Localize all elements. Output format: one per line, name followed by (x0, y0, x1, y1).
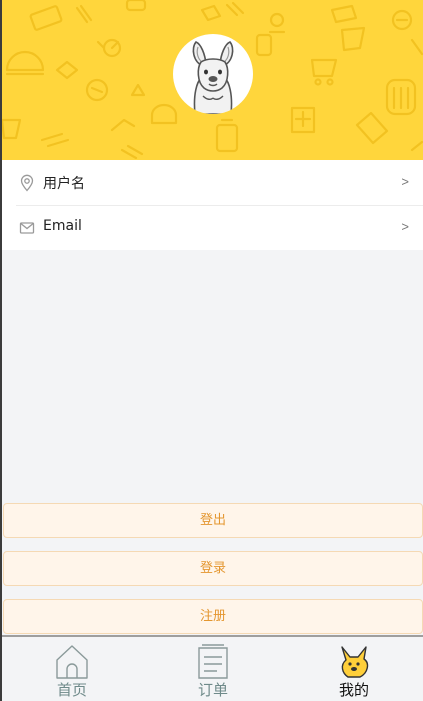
tab-mine[interactable]: 我的 (284, 637, 423, 701)
list-item-username[interactable]: 用户名 > (2, 160, 423, 205)
kangaroo-avatar-icon (192, 41, 234, 114)
app-root: 用户名 > Email > 登出 登录 注册 首页 订单 我的 (0, 0, 423, 701)
login-button[interactable]: 登录 (3, 551, 423, 586)
chevron-right-icon: > (401, 174, 409, 189)
profile-info-list: 用户名 > Email > (2, 160, 423, 250)
tab-home-label: 首页 (56, 681, 87, 699)
username-label: 用户名 (43, 176, 85, 192)
tab-orders-label: 订单 (197, 681, 228, 699)
chevron-right-icon: > (401, 219, 409, 234)
profile-header (2, 0, 423, 160)
bottom-tab-bar: 首页 订单 我的 (2, 635, 423, 701)
tab-mine-label: 我的 (338, 681, 369, 699)
avatar[interactable] (173, 34, 253, 114)
tab-home[interactable]: 首页 (2, 637, 142, 701)
home-icon (56, 645, 88, 679)
email-label: Email (43, 218, 82, 234)
mail-icon (19, 222, 35, 234)
logout-button[interactable]: 登出 (3, 503, 423, 538)
order-list-icon (198, 644, 228, 679)
kangaroo-icon (341, 646, 369, 678)
location-pin-icon (20, 174, 34, 192)
register-button[interactable]: 注册 (3, 599, 423, 634)
list-item-email[interactable]: Email > (2, 205, 423, 250)
tab-orders[interactable]: 订单 (143, 637, 283, 701)
